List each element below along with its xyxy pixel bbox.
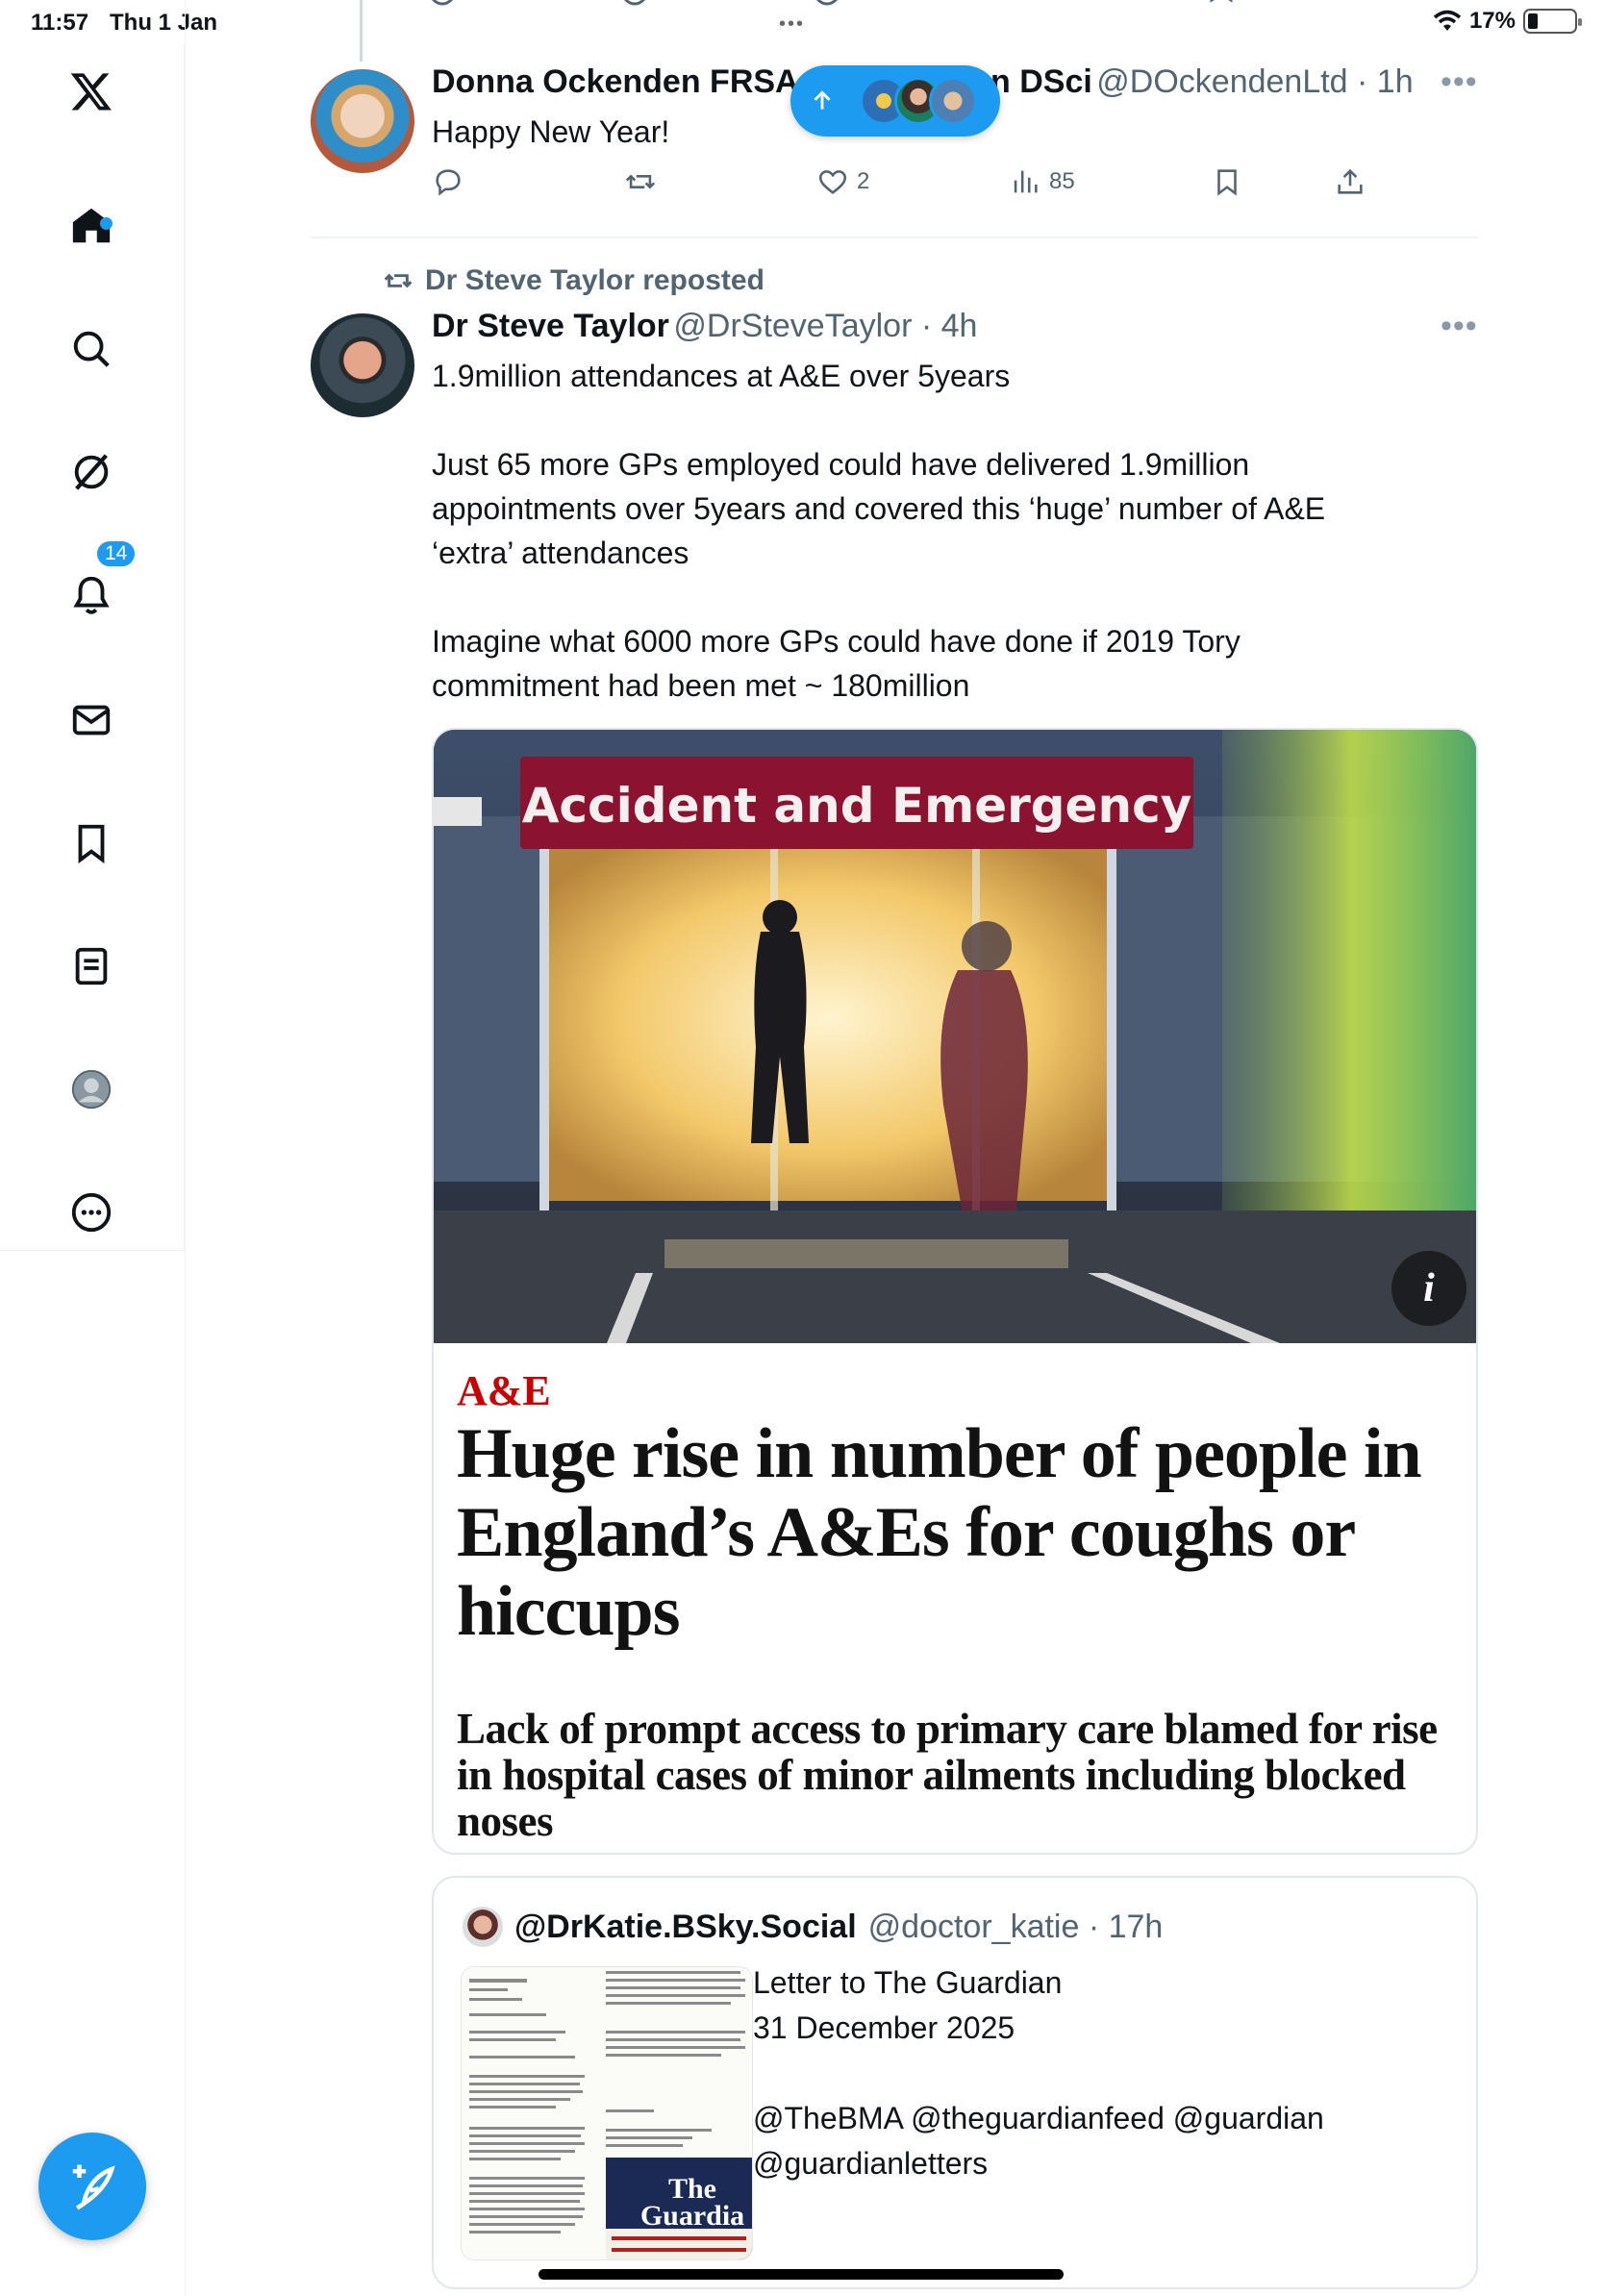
author-name[interactable]: Dr Steve Taylor (432, 308, 669, 344)
share-icon (1338, 168, 1363, 194)
heart-icon (818, 170, 847, 194)
compose-feather-icon (72, 2164, 115, 2210)
tweet-text: Happy New Year! (432, 114, 670, 149)
article-standfirst: Lack of prompt access to primary care bl… (457, 1705, 1438, 1845)
svg-text:Guardia: Guardia (640, 2200, 744, 2232)
tweet-header: Donna Ockenden FRSA (432, 63, 799, 101)
author-handle-time[interactable]: @DrSteveTaylor · 4h (673, 308, 977, 344)
tweet-header: Dr Steve Taylor @DrSteveTaylor · 4h (432, 308, 977, 345)
battery-icon (1523, 9, 1582, 34)
reply-icon (436, 169, 461, 196)
bell-icon[interactable] (65, 569, 117, 621)
info-icon[interactable]: i (1391, 1251, 1466, 1326)
previous-tweet-actions (423, 0, 1385, 12)
like-count: 2 (857, 168, 870, 194)
status-date: Thu 1 Jan (110, 10, 218, 36)
bookmark-icon[interactable] (65, 817, 117, 869)
avatar[interactable] (311, 313, 414, 417)
multitask-dots-icon[interactable]: ••• (779, 13, 805, 36)
home-indicator[interactable] (539, 2269, 1064, 2280)
views-button[interactable]: 85 (1009, 165, 1075, 198)
like-button[interactable]: 2 (816, 165, 869, 198)
battery-percent: 17% (1468, 8, 1516, 34)
view-count: 85 (1049, 168, 1075, 194)
status-time: 11:57 (31, 10, 89, 36)
pill-avatar (929, 77, 977, 125)
bookmark-button[interactable] (1211, 165, 1243, 198)
article-headline: Huge rise in number of people in England… (457, 1414, 1422, 1651)
tweet-divider (311, 237, 1478, 238)
arrow-up-icon (814, 90, 831, 110)
envelope-icon[interactable] (65, 694, 117, 746)
quoted-tweet[interactable]: @DrKatie.BSky.Social @doctor_katie · 17h (432, 1876, 1478, 2289)
sidebar-nav: 14 (0, 44, 185, 1251)
avatar[interactable] (463, 1907, 503, 1947)
thread-line (360, 0, 363, 62)
more-circle-icon[interactable] (65, 1186, 117, 1238)
bookmark-icon (1217, 169, 1237, 196)
retweet-icon (625, 174, 656, 189)
new-posts-button[interactable] (790, 65, 1000, 137)
article-kicker: A&E (457, 1367, 551, 1414)
author-handle-time[interactable]: @DOckendenLtd · 1h (1096, 63, 1413, 100)
author-name-tail[interactable]: n DSci (990, 63, 1092, 100)
search-icon[interactable] (65, 323, 117, 375)
link-card[interactable]: Accident and Emergency i A&E Huge rise i… (432, 728, 1478, 1855)
quoted-tweet-text: Letter to The Guardian 31 December 2025 … (753, 1965, 1324, 2181)
profile-icon[interactable] (65, 1063, 117, 1115)
home-unread-dot (100, 217, 113, 230)
letter-thumbnail[interactable]: The Guardia (461, 1966, 753, 2260)
list-icon[interactable] (65, 940, 117, 992)
x-logo-icon[interactable] (65, 65, 117, 117)
status-right: 17% (1433, 8, 1582, 35)
tweet-text: 1.9million attendances at A&E over 5year… (432, 359, 1326, 703)
sidebar-divider (185, 0, 186, 2296)
share-button[interactable] (1334, 165, 1366, 198)
wifi-icon (1433, 10, 1462, 31)
avatar[interactable] (311, 69, 414, 173)
repost-indicator[interactable]: Dr Steve Taylor reposted (383, 264, 764, 297)
more-options-icon[interactable]: ••• (1441, 308, 1478, 345)
more-options-icon[interactable]: ••• (1441, 63, 1478, 101)
notification-badge: 14 (94, 538, 138, 569)
repost-label: Dr Steve Taylor reposted (425, 264, 764, 296)
article-photo[interactable]: Accident and Emergency i (434, 730, 1476, 1343)
reply-button[interactable] (432, 165, 464, 198)
photo-sign: Accident and Emergency (522, 778, 1192, 834)
compose-button[interactable] (38, 2133, 146, 2240)
retweet-button[interactable] (624, 165, 657, 198)
author-name[interactable]: Donna Ockenden FRSA (432, 63, 799, 100)
views-icon (1014, 170, 1038, 193)
tweet-actions: 2 85 (432, 165, 1393, 212)
quoted-tweet-header: @DrKatie.BSky.Social @doctor_katie · 17h (463, 1907, 1163, 1947)
tweet-header-right: n DSci @DOckendenLtd · 1h (990, 63, 1414, 101)
quoted-author-name[interactable]: @DrKatie.BSky.Social (514, 1909, 857, 1946)
quoted-handle-time[interactable]: @doctor_katie · 17h (868, 1909, 1164, 1946)
retweet-icon (384, 273, 413, 288)
grok-icon[interactable] (65, 446, 117, 498)
